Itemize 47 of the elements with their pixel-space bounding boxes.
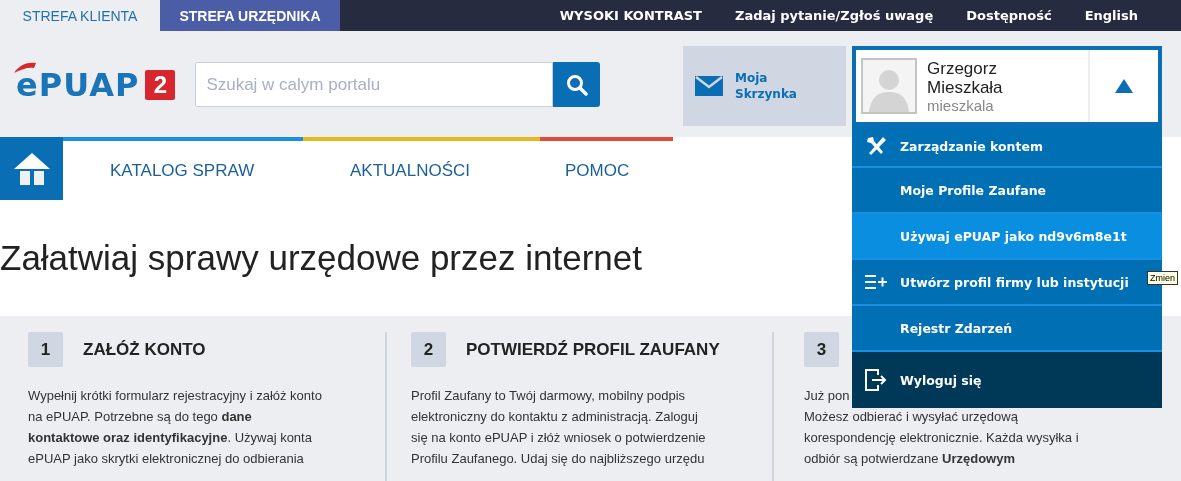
text-line: Wypełnij krótki formularz rejestracyjny i załóż konto — [28, 387, 322, 405]
home-button[interactable] — [0, 137, 63, 200]
search-field[interactable]: Szukaj w calym portalu — [195, 62, 554, 107]
text-line: Profil Zaufany to Twój darmowy, mobilny podpis — [411, 387, 686, 405]
step-title: POTWIERDŹ PROFIL ZAUFANY — [466, 339, 720, 360]
step-number: 3 — [804, 332, 839, 367]
logout-icon — [865, 369, 887, 391]
step-number: 1 — [28, 332, 63, 367]
envelope-icon — [695, 76, 723, 96]
zone-tab[interactable]: STREFA URZĘDNIKA — [160, 0, 340, 31]
search-button[interactable] — [553, 62, 601, 107]
home-icon — [12, 151, 51, 186]
top-link[interactable]: WYSOKI KONTRAST — [559, 8, 702, 23]
text-line: korespondencję elektronicznie. Każda wysyłka i — [804, 429, 1079, 447]
menu-item[interactable]: Zarządzanie kontem — [852, 126, 1162, 168]
tools-icon — [865, 136, 887, 156]
nav-link[interactable]: KATALOG SPRAW — [63, 137, 303, 200]
mailbox-button[interactable]: Moja Skrzynka — [683, 46, 846, 126]
zone-tab[interactable]: STREFA KLIENTA — [0, 0, 160, 31]
text-line: Możesz odbierać i wysyłać urzędową — [804, 408, 1018, 426]
tooltip: Zmien — [1147, 271, 1178, 285]
text-line: na ePUAP. Potrzebne są do tego dane — [28, 408, 252, 426]
text-line: Już pon — [804, 387, 850, 405]
step-number: 2 — [411, 332, 446, 367]
step-title: ZAŁÓŻ KONTO — [83, 339, 206, 360]
text-line: odbiór są potwierdzane Urzędowym — [804, 450, 1015, 468]
search-icon — [565, 73, 588, 96]
list-add-icon — [865, 275, 887, 289]
top-link[interactable]: English — [1084, 8, 1138, 23]
top-link[interactable]: Zadaj pytanie/Zgłoś uwagę — [735, 8, 934, 23]
text-line: się na konto ePUAP i złóż wniosek o potwierdzenie — [411, 429, 706, 447]
swoosh-icon — [14, 62, 36, 74]
page-heading: Załatwiaj sprawy urzędowe przez internet — [0, 238, 642, 278]
menu-item[interactable]: Używaj ePUAP jako nd9v6m8e1t — [852, 214, 1162, 260]
user-login: mieszkala — [927, 96, 995, 114]
menu-item[interactable]: Wyloguj się — [852, 352, 1162, 408]
avatar — [861, 58, 917, 114]
caret-icon — [1114, 78, 1134, 94]
user-name: Grzegorz Mieszkała — [927, 58, 1004, 97]
top-link[interactable]: Dostępność — [966, 8, 1052, 23]
text-line: Profilu Zaufanego. Udaj się do najbliższego urzędu — [411, 450, 705, 468]
text-line: ePUAP jako skrytki elektronicznej do odbierania — [28, 450, 304, 468]
text-line: elektroniczny do kontaktu z administracją. Zaloguj — [411, 408, 698, 426]
logo[interactable]: ePUAP 2 — [14, 66, 176, 104]
nav-link[interactable]: POMOC — [540, 137, 673, 200]
text-line: kontaktowe oraz identyfikacyjne. Używaj konta — [28, 429, 312, 447]
nav-link[interactable]: AKTUALNOŚCI — [303, 137, 540, 200]
